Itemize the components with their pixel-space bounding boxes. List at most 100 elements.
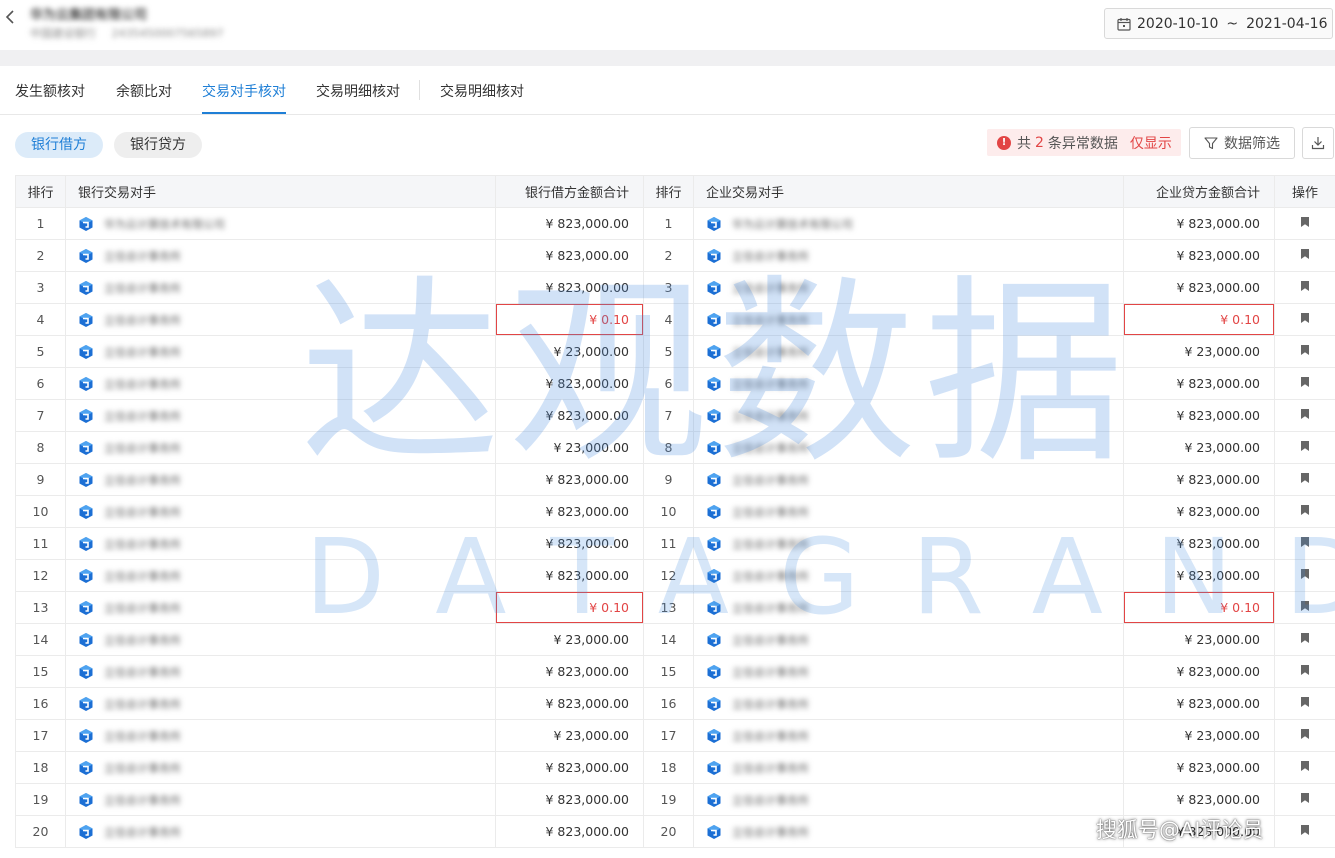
bank-counterparty-name: 立信会计事务所 [104, 537, 181, 551]
bank-amount-cell: ¥ 823,000.00 [495, 271, 644, 304]
bank-amount-cell: ¥ 823,000.00 [495, 463, 644, 496]
bank-counterparty-name: 立信会计事务所 [104, 505, 181, 519]
enterprise-counterparty-name: 立信会计事务所 [732, 633, 809, 647]
bookmark-icon [1301, 249, 1309, 259]
date-range-picker[interactable]: 2020-10-10 ~ 2021-04-16 [1104, 8, 1333, 39]
table-row: 7 立信会计事务所 ¥ 823,000.00 7 立信会计事务所 ¥ 823,000.00 [15, 399, 1335, 432]
enterprise-amount-cell: ¥ 823,000.00 [1123, 559, 1275, 592]
enterprise-amount-cell: ¥ 0.10 [1123, 303, 1275, 336]
bookmark-button[interactable] [1274, 239, 1335, 272]
tab-balance-compare[interactable]: 余额比对 [116, 81, 172, 101]
bank-counterparty-name: 立信会计事务所 [104, 633, 181, 647]
bookmark-button[interactable] [1274, 495, 1335, 528]
bookmark-button[interactable] [1274, 783, 1335, 816]
table-header-row: 排行 银行交易对手 银行借方金额合计 排行 企业交易对手 企业贷方金额合计 操作 [15, 175, 1335, 208]
table-row: 15 立信会计事务所 ¥ 823,000.00 15 立信会计事务所 ¥ 823,000.… [15, 655, 1335, 688]
enterprise-counterparty-name: 立信会计事务所 [732, 249, 809, 263]
table-row: 2 立信会计事务所 ¥ 823,000.00 2 立信会计事务所 ¥ 823,000.00 [15, 239, 1335, 272]
table-row: 17 立信会计事务所 ¥ 23,000.00 17 立信会计事务所 ¥ 23,000.00 [15, 719, 1335, 752]
tab-counterparty-check[interactable]: 交易对手核对 [202, 81, 286, 101]
enterprise-amount-cell: ¥ 823,000.00 [1123, 367, 1275, 400]
bank-counterparty-name: 立信会计事务所 [104, 793, 181, 807]
enterprise-counterparty-name: 立信会计事务所 [732, 441, 809, 455]
alert-prefix: 共 [1017, 135, 1031, 152]
company-logo-icon [79, 248, 93, 263]
bank-counterparty-name: 立信会计事务所 [104, 729, 181, 743]
company-logo-icon [79, 792, 93, 807]
enterprise-counterparty-name: 立信会计事务所 [732, 793, 809, 807]
company-logo-icon [707, 376, 721, 391]
bookmark-button[interactable] [1274, 623, 1335, 656]
bank-counterparty-name: 立信会计事务所 [104, 825, 181, 839]
company-logo-icon [79, 344, 93, 359]
enterprise-counterparty-cell: 立信会计事务所 [693, 623, 1124, 656]
table-row: 6 立信会计事务所 ¥ 823,000.00 6 立信会计事务所 ¥ 823,000.00 [15, 367, 1335, 400]
bookmark-button[interactable] [1274, 687, 1335, 720]
bookmark-button[interactable] [1274, 655, 1335, 688]
bookmark-icon [1301, 505, 1309, 515]
bookmark-button[interactable] [1274, 399, 1335, 432]
back-icon[interactable] [4, 8, 18, 26]
bookmark-button[interactable] [1274, 303, 1335, 336]
enterprise-amount-cell: ¥ 23,000.00 [1123, 335, 1275, 368]
bookmark-button[interactable] [1274, 367, 1335, 400]
company-logo-icon [707, 600, 721, 615]
enterprise-amount-cell: ¥ 23,000.00 [1123, 431, 1275, 464]
table-row: 11 立信会计事务所 ¥ 823,000.00 11 立信会计事务所 ¥ 823,000.… [15, 527, 1335, 560]
bookmark-button[interactable] [1274, 719, 1335, 752]
bank-debit-toggle[interactable]: 银行借方 [15, 132, 103, 158]
enterprise-counterparty-name: 华为云计算技术有限公司 [732, 217, 853, 231]
counterparty-table: 排行 银行交易对手 银行借方金额合计 排行 企业交易对手 企业贷方金额合计 操作… [15, 175, 1335, 848]
bookmark-button[interactable] [1274, 207, 1335, 240]
company-logo-icon [707, 280, 721, 295]
rank-cell-2: 7 [643, 399, 694, 432]
company-logo-icon [79, 760, 93, 775]
tab-detail-check[interactable]: 交易明细核对 [316, 81, 400, 101]
rank-cell-2: 10 [643, 495, 694, 528]
company-logo-icon [707, 440, 721, 455]
company-logo-icon [79, 472, 93, 487]
date-end: 2021-04-16 [1246, 15, 1328, 32]
data-filter-button[interactable]: 数据筛选 [1189, 127, 1295, 159]
bank-counterparty-cell: 立信会计事务所 [65, 815, 496, 848]
company-logo-icon [707, 312, 721, 327]
enterprise-counterparty-cell: 立信会计事务所 [693, 495, 1124, 528]
bookmark-button[interactable] [1274, 559, 1335, 592]
bank-amount-cell: ¥ 823,000.00 [495, 559, 644, 592]
enterprise-amount-cell: ¥ 823,000.00 [1123, 207, 1275, 240]
bank-credit-toggle[interactable]: 银行贷方 [114, 132, 202, 158]
header-divider-band [0, 50, 1335, 66]
table-row: 5 立信会计事务所 ¥ 23,000.00 5 立信会计事务所 ¥ 23,000.00 [15, 335, 1335, 368]
bank-counterparty-name: 立信会计事务所 [104, 345, 181, 359]
bank-counterparty-name: 立信会计事务所 [104, 473, 181, 487]
download-button[interactable] [1302, 127, 1334, 159]
enterprise-counterparty-name: 立信会计事务所 [732, 729, 809, 743]
bookmark-button[interactable] [1274, 271, 1335, 304]
tab-amount-check[interactable]: 发生额核对 [15, 81, 85, 101]
bank-counterparty-name: 立信会计事务所 [104, 697, 181, 711]
enterprise-counterparty-cell: 立信会计事务所 [693, 655, 1124, 688]
enterprise-counterparty-name: 立信会计事务所 [732, 505, 809, 519]
rank-cell: 16 [15, 687, 66, 720]
col-enterprise-counterparty: 企业交易对手 [693, 175, 1124, 208]
bookmark-button[interactable] [1274, 527, 1335, 560]
bookmark-button[interactable] [1274, 335, 1335, 368]
bookmark-button[interactable] [1274, 751, 1335, 784]
rank-cell-2: 18 [643, 751, 694, 784]
enterprise-counterparty-name: 立信会计事务所 [732, 601, 809, 615]
enterprise-counterparty-name: 立信会计事务所 [732, 825, 809, 839]
bookmark-button[interactable] [1274, 815, 1335, 848]
show-only-link[interactable]: 仅显示 [1130, 133, 1172, 153]
bookmark-button[interactable] [1274, 591, 1335, 624]
rank-cell: 6 [15, 367, 66, 400]
rank-cell-2: 11 [643, 527, 694, 560]
bookmark-button[interactable] [1274, 463, 1335, 496]
table-row: 18 立信会计事务所 ¥ 823,000.00 18 立信会计事务所 ¥ 823,000.… [15, 751, 1335, 784]
tab-detail-check-2[interactable]: 交易明细核对 [440, 81, 524, 101]
rank-cell: 4 [15, 303, 66, 336]
bank-counterparty-cell: 立信会计事务所 [65, 623, 496, 656]
bookmark-button[interactable] [1274, 431, 1335, 464]
bookmark-icon [1301, 825, 1309, 835]
alert-suffix: 条异常数据 [1047, 135, 1118, 152]
enterprise-counterparty-name: 立信会计事务所 [732, 697, 809, 711]
